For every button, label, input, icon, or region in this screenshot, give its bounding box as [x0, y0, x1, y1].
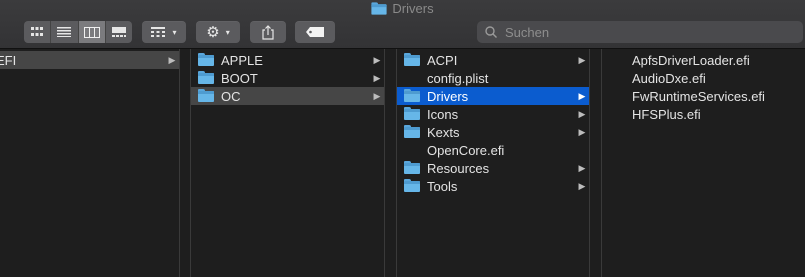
chevron-right-icon: ▶ [578, 108, 586, 119]
tags-button[interactable] [295, 21, 335, 43]
chevron-right-icon: ▶ [578, 180, 586, 191]
file-icon [609, 71, 625, 85]
file-icon [609, 107, 625, 121]
list-item-icons[interactable]: Icons ▶ [397, 105, 589, 123]
chevron-right-icon: ▶ [578, 90, 586, 101]
list-view-button[interactable] [51, 21, 79, 43]
gallery-icon [111, 27, 126, 37]
chevron-right-icon: ▶ [578, 54, 586, 65]
list-item-resources[interactable]: Resources ▶ [397, 159, 589, 177]
folder-icon [198, 71, 214, 85]
folder-icon [198, 89, 214, 103]
share-button[interactable] [250, 21, 286, 43]
gallery-view-button[interactable] [106, 21, 132, 43]
chevron-right-icon: ▶ [578, 126, 586, 137]
folder-icon [404, 161, 420, 175]
list-item-kexts[interactable]: Kexts ▶ [397, 123, 589, 141]
window-title: Drivers [0, 0, 805, 16]
list-item-boot[interactable]: BOOT ▶ [191, 69, 384, 87]
item-label: Resources [427, 160, 490, 176]
chevron-right-icon: ▶ [373, 54, 381, 65]
folder-icon [404, 53, 420, 67]
search-field[interactable] [477, 21, 803, 43]
column-browser: ⋮ EFI ▶ APPLE ▶ BOOT ▶ OC ▶ ACPI ▶ [0, 49, 805, 277]
item-label: Icons [427, 106, 459, 122]
item-label: OpenCore.efi [427, 142, 505, 158]
item-label: ApfsDriverLoader.efi [632, 52, 750, 68]
item-label: config.plist [427, 70, 489, 86]
column-view-button[interactable] [78, 21, 106, 43]
folder-icon [404, 179, 420, 193]
column-divider[interactable] [384, 49, 385, 277]
column-2[interactable]: APPLE ▶ BOOT ▶ OC ▶ [191, 49, 384, 277]
file-icon [609, 89, 625, 103]
column-1[interactable]: EFI ▶ [0, 49, 179, 277]
columns-icon [83, 26, 100, 38]
folder-icon [404, 89, 420, 103]
list-item-opencore-efi[interactable]: OpenCore.efi [397, 141, 589, 159]
list-item-drivers[interactable]: Drivers ▶ [397, 87, 589, 105]
list-item-tools[interactable]: Tools ▶ [397, 177, 589, 195]
search-icon [485, 26, 497, 38]
list-item-fwruntimeservices[interactable]: FwRuntimeServices.efi [602, 87, 805, 105]
grid-icon [31, 27, 44, 36]
chevron-down-icon: ▾ [172, 27, 177, 37]
share-icon [262, 24, 274, 40]
item-label: BOOT [221, 70, 258, 86]
gear-icon: ⚙ [206, 23, 220, 41]
item-label: Tools [427, 178, 458, 194]
list-item-config-plist[interactable]: config.plist [397, 69, 589, 87]
tag-icon [306, 27, 324, 37]
item-label: OC [221, 88, 241, 104]
item-label: Kexts [427, 124, 460, 140]
column-divider[interactable] [589, 49, 590, 277]
list-item-audiodxe[interactable]: AudioDxe.efi [602, 69, 805, 87]
plist-file-icon [404, 71, 420, 85]
chevron-right-icon: ▶ [168, 54, 176, 65]
folder-icon [404, 125, 420, 139]
chevron-right-icon: ▶ [373, 72, 381, 83]
column-4[interactable]: ApfsDriverLoader.efi AudioDxe.efi FwRunt… [602, 49, 805, 277]
list-item-apfsdriverloader[interactable]: ApfsDriverLoader.efi [602, 51, 805, 69]
window-title-text: Drivers [392, 0, 434, 16]
group-by-button[interactable]: ▾ [142, 21, 186, 43]
list-item-apple[interactable]: APPLE ▶ [191, 51, 384, 69]
folder-icon [371, 1, 388, 15]
chevron-down-icon: ▾ [225, 27, 230, 37]
item-label: FwRuntimeServices.efi [632, 88, 765, 104]
view-mode-control[interactable] [24, 21, 132, 43]
item-label: AudioDxe.efi [632, 70, 706, 86]
toolbar: Drivers ▾ ⚙ ▾ Suchen [0, 0, 805, 49]
item-label: ACPI [427, 52, 458, 68]
column-3[interactable]: ACPI ▶ config.plist Drivers ▶ Icons ▶ Ke… [397, 49, 589, 277]
column-divider[interactable] [179, 49, 180, 277]
chevron-right-icon: ▶ [578, 162, 586, 173]
folder-icon [198, 53, 214, 67]
file-icon [609, 53, 625, 67]
list-icon [57, 27, 72, 37]
list-item-oc[interactable]: OC ▶ [191, 87, 384, 105]
item-label: APPLE [221, 52, 263, 68]
file-icon [404, 143, 420, 157]
folder-icon [404, 107, 420, 121]
search-input[interactable] [503, 23, 787, 41]
list-item-hfsplus[interactable]: HFSPlus.efi [602, 105, 805, 123]
item-label: HFSPlus.efi [632, 106, 701, 122]
group-by-icon [151, 27, 166, 37]
list-item-acpi[interactable]: ACPI ▶ [397, 51, 589, 69]
item-label: Drivers [427, 88, 469, 104]
chevron-right-icon: ▶ [373, 90, 381, 101]
icon-view-button[interactable] [24, 21, 52, 43]
action-button[interactable]: ⚙ ▾ [196, 21, 240, 43]
list-item-efi[interactable]: EFI ▶ [0, 51, 179, 69]
item-label: EFI [0, 52, 17, 68]
